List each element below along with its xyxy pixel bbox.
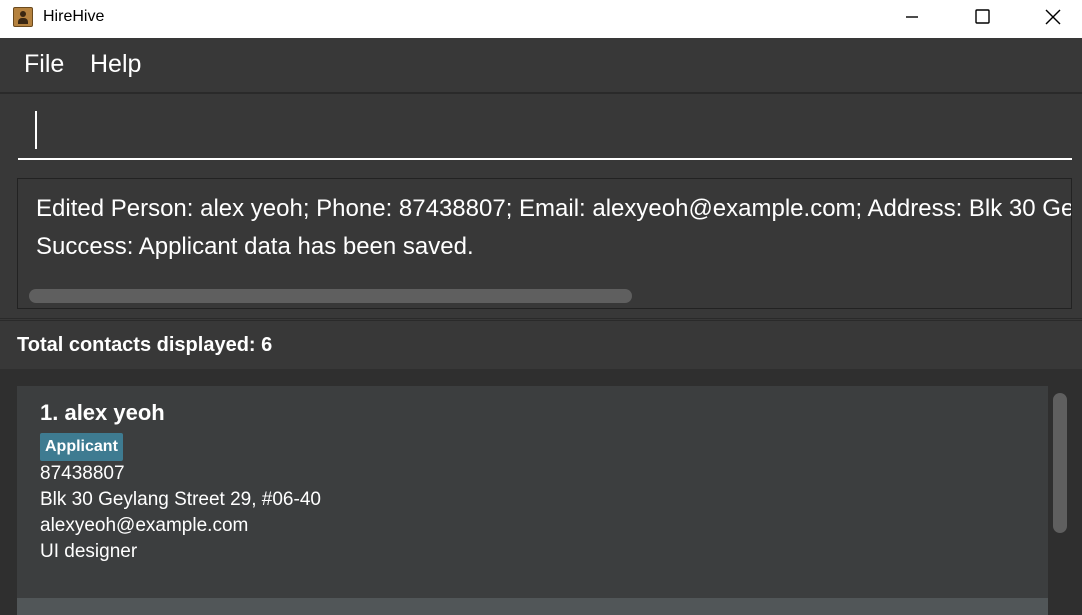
contact-phone: 87438807 (40, 463, 125, 484)
contact-card[interactable] (17, 598, 1048, 615)
menu-file[interactable]: File (24, 50, 64, 79)
contact-card[interactable]: 1. alex yeoh Applicant 87438807 Blk 30 G… (17, 386, 1048, 598)
menu-help[interactable]: Help (90, 50, 141, 79)
title-bar: HireHive (0, 0, 1082, 38)
app-window: HireHive File Help Edited Person: alex y… (0, 0, 1082, 615)
command-input[interactable] (18, 102, 1072, 160)
contact-address: Blk 30 Geylang Street 29, #06-40 (40, 489, 321, 510)
close-icon (1045, 9, 1061, 25)
total-contacts-label: Total contacts displayed: 6 (17, 334, 273, 356)
horizontal-scrollbar[interactable] (29, 289, 632, 303)
text-caret (35, 111, 37, 149)
menu-bar: File Help (0, 38, 1082, 93)
status-pane: Total contacts displayed: 6 (0, 320, 1082, 370)
contact-email: alexyeoh@example.com (40, 515, 249, 536)
result-display-pane: Edited Person: alex yeoh; Phone: 8743880… (0, 170, 1082, 319)
command-box-pane (0, 93, 1082, 171)
vertical-scrollbar[interactable] (1053, 393, 1067, 533)
minimize-icon (906, 16, 918, 18)
address-book-icon (13, 7, 33, 27)
result-message-line: Edited Person: alex yeoh; Phone: 8743880… (36, 195, 1071, 222)
result-message-line: Success: Applicant data has been saved. (36, 233, 474, 260)
window-title: HireHive (43, 8, 105, 25)
maximize-icon (975, 9, 990, 24)
contact-name: 1. alex yeoh (40, 400, 165, 425)
contact-list: 1. alex yeoh Applicant 87438807 Blk 30 G… (0, 369, 1082, 615)
minimize-button[interactable] (890, 0, 936, 34)
contact-role: UI designer (40, 541, 138, 562)
tag-badge: Applicant (40, 433, 123, 461)
close-button[interactable] (1030, 0, 1076, 34)
result-display[interactable]: Edited Person: alex yeoh; Phone: 8743880… (17, 178, 1072, 309)
maximize-button[interactable] (960, 0, 1006, 34)
